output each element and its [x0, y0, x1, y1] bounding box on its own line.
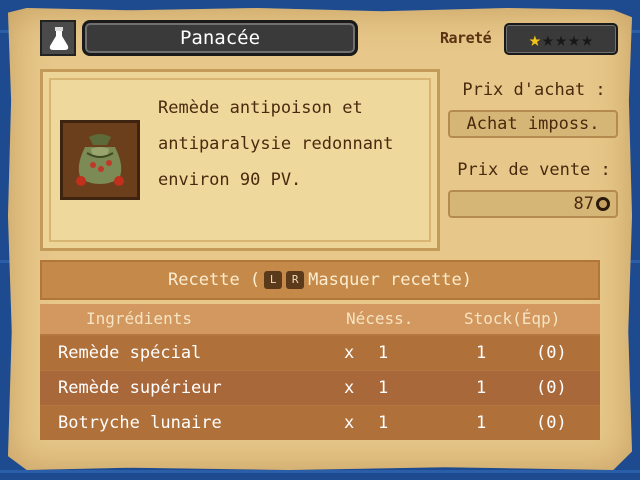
description-line: antiparalysie redonnant: [158, 134, 394, 154]
recipe-columns-header: Ingrédients Nécess. Stock(Éqp): [40, 304, 600, 334]
equipped-count: (0): [536, 343, 567, 363]
recipe-toggle-header[interactable]: Recette ( L R Masquer recette): [40, 260, 600, 300]
star-empty-icon: ★: [554, 27, 568, 51]
ingredient-row: Botryche lunaire x 1 1 (0): [40, 406, 600, 440]
description-line: environ 90 PV.: [158, 170, 302, 190]
star-filled-icon: ★: [528, 27, 541, 51]
equipped-count: (0): [536, 413, 567, 433]
sell-price-value: 87: [573, 194, 594, 214]
rarity-stars: ★ ★ ★ ★ ★: [504, 23, 618, 55]
stock-count: 1: [476, 378, 487, 398]
recipe-table: Ingrédients Nécess. Stock(Éqp) Remède sp…: [40, 304, 600, 440]
star-empty-icon: ★: [541, 27, 554, 51]
ingredient-row: Remède spécial x 1 1 (0): [40, 336, 600, 370]
item-icon-frame: [60, 120, 140, 200]
ingredient-name: Botryche lunaire: [58, 413, 222, 433]
l-button-icon: L: [264, 271, 283, 289]
ingredient-name: Remède supérieur: [58, 378, 222, 398]
buy-price-value: Achat imposs.: [448, 110, 618, 138]
recipe-title: Recette (: [168, 270, 261, 290]
stock-count: 1: [476, 343, 487, 363]
item-name-bar: Panacée: [82, 20, 358, 56]
multiply-sign: x: [344, 343, 355, 363]
herb-pouch-icon: [76, 134, 124, 186]
star-empty-icon: ★: [568, 27, 581, 51]
column-stock: Stock(Éqp): [464, 309, 561, 328]
description-line: Remède antipoison et: [158, 98, 363, 118]
r-button-icon: R: [286, 271, 305, 289]
required-count: 1: [378, 413, 389, 433]
flask-icon: [49, 27, 69, 50]
required-count: 1: [378, 343, 389, 363]
ingredient-name: Remède spécial: [58, 343, 202, 363]
hide-recipe-label: Masquer recette): [308, 270, 472, 290]
buy-price-label: Prix d'achat :: [462, 80, 606, 100]
ingredient-row: Remède supérieur x 1 1 (0): [40, 371, 600, 405]
item-description: Remède antipoison et antiparalysie redon…: [158, 90, 428, 198]
sell-price-label: Prix de vente :: [457, 160, 611, 180]
multiply-sign: x: [344, 378, 355, 398]
required-count: 1: [378, 378, 389, 398]
equipped-count: (0): [536, 378, 567, 398]
column-ingredients: Ingrédients: [86, 309, 192, 328]
item-category-box: [40, 20, 76, 56]
sell-price-box: 87: [448, 190, 618, 218]
multiply-sign: x: [344, 413, 355, 433]
stock-count: 1: [476, 413, 487, 433]
star-empty-icon: ★: [581, 27, 594, 51]
rarity-label: Rareté: [440, 29, 492, 47]
column-required: Nécess.: [346, 309, 414, 328]
background-stripe: [0, 470, 640, 473]
coin-icon: [596, 197, 610, 211]
